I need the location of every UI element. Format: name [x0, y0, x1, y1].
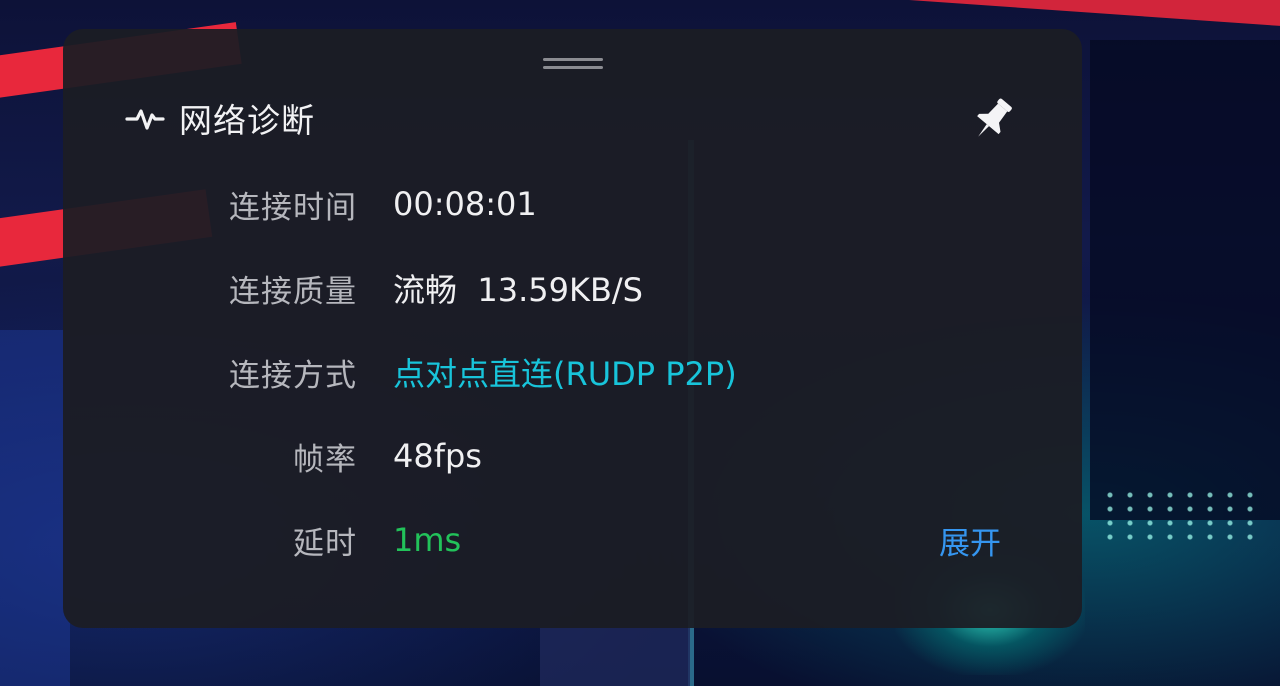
row-connection-quality: 连接质量 流畅 13.59KB/S [63, 263, 1082, 313]
network-diagnostics-panel: 网络诊断 连接时间 00:08:01 连接质量 流畅 13.59KB/S 连接方… [63, 29, 1082, 628]
background-structure [1090, 40, 1280, 520]
connection-mode-value: 点对点直连(RUDP P2P) [393, 355, 737, 393]
connection-quality-label: 连接质量 [229, 273, 357, 310]
background-structure [540, 628, 690, 686]
pin-icon [967, 94, 1019, 148]
connection-mode-label: 连接方式 [229, 357, 357, 394]
connection-time-value: 00:08:01 [393, 185, 537, 223]
background-structure [0, 330, 70, 686]
row-connection-mode: 连接方式 点对点直连(RUDP P2P) [63, 347, 1082, 397]
latency-label: 延时 [293, 525, 357, 562]
panel-header: 网络诊断 [125, 96, 315, 140]
pulse-icon [125, 98, 165, 138]
latency-value: 1ms [393, 521, 462, 559]
connection-quality-value: 流畅 13.59KB/S [393, 271, 643, 309]
expand-button[interactable]: 展开 [939, 518, 1001, 563]
drag-handle-icon[interactable] [543, 56, 603, 74]
connection-time-label: 连接时间 [229, 189, 357, 226]
frame-rate-label: 帧率 [293, 441, 357, 478]
row-connection-time: 连接时间 00:08:01 [63, 179, 1082, 229]
row-frame-rate: 帧率 48fps [63, 431, 1082, 481]
row-latency: 延时 1ms 展开 [63, 515, 1082, 565]
background-red-stripe [899, 0, 1280, 29]
panel-title: 网络诊断 [179, 101, 315, 140]
pin-button[interactable] [963, 94, 1023, 148]
background-lights [1100, 488, 1260, 548]
frame-rate-value: 48fps [393, 437, 482, 475]
